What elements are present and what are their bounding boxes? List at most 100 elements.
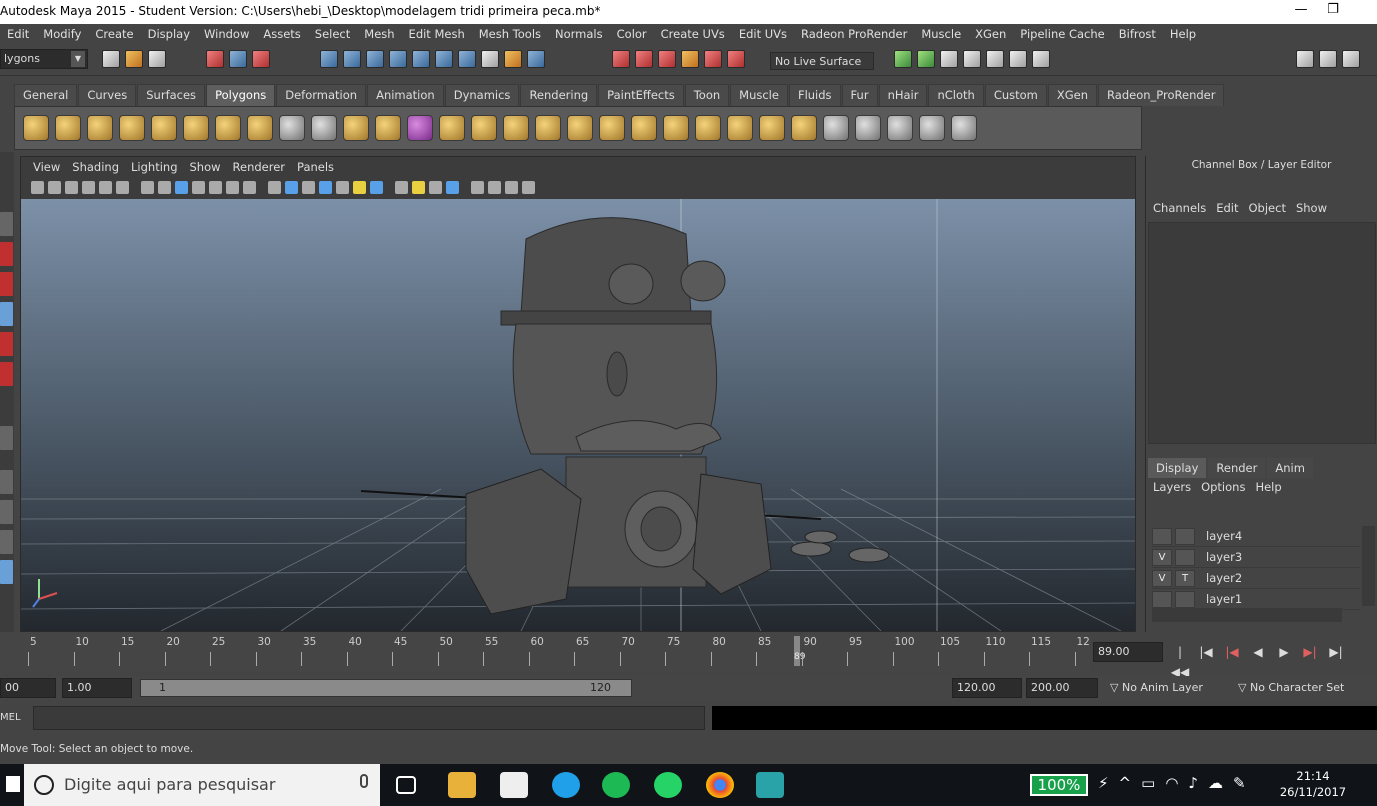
xray-joints-icon[interactable]	[488, 180, 501, 194]
layer-tab-display[interactable]: Display	[1148, 458, 1207, 478]
layer-menu-options[interactable]: Options	[1196, 480, 1250, 498]
shelf-tab-dynamics[interactable]: Dynamics	[444, 84, 520, 106]
attribute-editor-icon[interactable]	[940, 50, 958, 68]
checker-icon[interactable]	[951, 115, 977, 141]
command-language-label[interactable]: MEL	[0, 712, 21, 723]
layout-options-icon[interactable]	[1342, 50, 1360, 68]
safe-action-icon[interactable]	[226, 180, 239, 194]
shelf-tab-muscle[interactable]: Muscle	[730, 84, 788, 106]
layer-row[interactable]: V T layer2	[1152, 568, 1360, 589]
go-to-start-icon[interactable]: |◀◀	[1170, 642, 1190, 679]
file-explorer-icon[interactable]	[448, 772, 476, 798]
layer-visibility-toggle[interactable]: V	[1152, 569, 1172, 587]
minimize-button[interactable]: —	[1286, 2, 1316, 17]
snap-curve-icon[interactable]	[343, 50, 361, 68]
layer-type-toggle[interactable]: T	[1175, 569, 1195, 587]
layer-type-toggle[interactable]	[1175, 548, 1195, 566]
combine-icon[interactable]	[311, 115, 337, 141]
menu-item-muscle[interactable]: Muscle	[914, 27, 968, 41]
layer-visibility-toggle[interactable]: V	[1152, 548, 1172, 566]
menu-item-pipeline-cache[interactable]: Pipeline Cache	[1013, 27, 1111, 41]
network-icon[interactable]: ▭	[1141, 774, 1155, 792]
grease-pencil-icon[interactable]	[116, 180, 129, 194]
paint-select-tool-icon[interactable]	[0, 272, 13, 296]
channel-box-toggle-icon[interactable]	[986, 50, 1004, 68]
live-surface-field[interactable]: No Live Surface	[770, 52, 874, 70]
rotate-tool-icon[interactable]	[0, 332, 13, 356]
move-tool-icon[interactable]	[0, 302, 13, 326]
play-backwards-icon[interactable]: ◀	[1248, 642, 1268, 662]
poly-cube-icon[interactable]	[55, 115, 81, 141]
layer-menu-help[interactable]: Help	[1250, 480, 1286, 498]
cylindrical-mapping-icon[interactable]	[823, 115, 849, 141]
depth-of-field-icon[interactable]	[429, 180, 442, 194]
outliner-toggle-icon[interactable]	[1009, 50, 1027, 68]
last-tool-icon[interactable]	[0, 426, 13, 450]
character-set-dropdown[interactable]: ▽ No Character Set	[1232, 678, 1350, 698]
layer-tab-render[interactable]: Render	[1208, 458, 1266, 478]
layout-four-icon[interactable]	[1296, 50, 1314, 68]
layer-type-toggle[interactable]	[1175, 527, 1195, 545]
new-scene-icon[interactable]	[102, 50, 120, 68]
shelf-tab-fluids[interactable]: Fluids	[788, 84, 841, 106]
poly-sphere-icon[interactable]	[23, 115, 49, 141]
animation-start-field[interactable]: 00	[0, 678, 56, 698]
menu-item-xgen[interactable]: XGen	[968, 27, 1013, 41]
camera-attributes-icon[interactable]	[48, 180, 61, 194]
layer-list-horizontal-scrollbar[interactable]	[1152, 608, 1342, 622]
magnet-icon[interactable]	[727, 50, 745, 68]
panel-menu-shading[interactable]: Shading	[66, 160, 125, 174]
shelf-tab-general[interactable]: General	[14, 84, 78, 106]
menu-item-modify[interactable]: Modify	[36, 27, 88, 41]
maya-taskbar-icon[interactable]	[756, 772, 784, 798]
windows-start-icon[interactable]	[6, 776, 20, 792]
textured-icon[interactable]	[319, 180, 332, 194]
history-icon[interactable]	[527, 50, 545, 68]
shelf-tab-toon[interactable]: Toon	[684, 84, 730, 106]
snap-grid-icon[interactable]	[320, 50, 338, 68]
resolution-gate-icon[interactable]	[175, 180, 188, 194]
shelf-tab-polygons[interactable]: Polygons	[206, 84, 276, 106]
bool-intersection-icon[interactable]	[503, 115, 529, 141]
layer-row[interactable]: V layer3	[1152, 547, 1360, 568]
shelf-tab-custom[interactable]: Custom	[984, 84, 1047, 106]
save-scene-icon[interactable]	[148, 50, 166, 68]
render-frame-icon[interactable]	[635, 50, 653, 68]
menu-item-window[interactable]: Window	[197, 27, 256, 41]
smooth-icon[interactable]	[407, 115, 433, 141]
channel-box-menu-object[interactable]: Object	[1244, 201, 1291, 215]
two-d-pan-icon[interactable]	[99, 180, 112, 194]
3d-viewport[interactable]	[21, 199, 1135, 631]
cloud-icon[interactable]: ☁	[1208, 774, 1223, 792]
wifi-icon[interactable]: ◠	[1165, 774, 1178, 792]
snap-vertex-icon[interactable]	[458, 50, 476, 68]
modeling-toolkit-icon[interactable]	[1032, 50, 1050, 68]
extrude-icon[interactable]	[631, 115, 657, 141]
poly-plane-icon[interactable]	[151, 115, 177, 141]
taskbar-search[interactable]: Digite aqui para pesquisar	[24, 764, 380, 806]
soccer-ball-icon[interactable]	[279, 115, 305, 141]
robot-model[interactable]	[465, 217, 890, 615]
menu-item-color[interactable]: Color	[610, 27, 654, 41]
step-back-frame-icon[interactable]: |◀	[1196, 642, 1216, 662]
planar-mapping-icon[interactable]	[791, 115, 817, 141]
pen-icon[interactable]: ✎	[1233, 774, 1246, 792]
image-plane-icon[interactable]	[82, 180, 95, 194]
show-manipulator-icon[interactable]	[0, 470, 13, 494]
animation-end-field[interactable]: 200.00	[1026, 678, 1098, 698]
skype-icon[interactable]	[552, 772, 580, 798]
spherical-mapping-icon[interactable]	[855, 115, 881, 141]
bool-difference-icon[interactable]	[471, 115, 497, 141]
panel-menu-renderer[interactable]: Renderer	[227, 160, 292, 174]
layout-button-icon[interactable]	[0, 500, 13, 524]
taskbar-clock[interactable]: 21:14 26/11/2017	[1278, 768, 1348, 800]
select-camera-icon[interactable]	[31, 180, 44, 194]
grid-toggle-icon[interactable]	[141, 180, 154, 194]
playback-start-field[interactable]: 1.00	[62, 678, 132, 698]
layer-name[interactable]: layer1	[1206, 592, 1242, 606]
step-back-key-icon[interactable]: |◀	[1222, 642, 1242, 662]
xray-components-icon[interactable]	[505, 180, 518, 194]
layer-name[interactable]: layer2	[1206, 571, 1242, 585]
panel-menu-view[interactable]: View	[27, 160, 66, 174]
help-icon[interactable]	[481, 50, 499, 68]
